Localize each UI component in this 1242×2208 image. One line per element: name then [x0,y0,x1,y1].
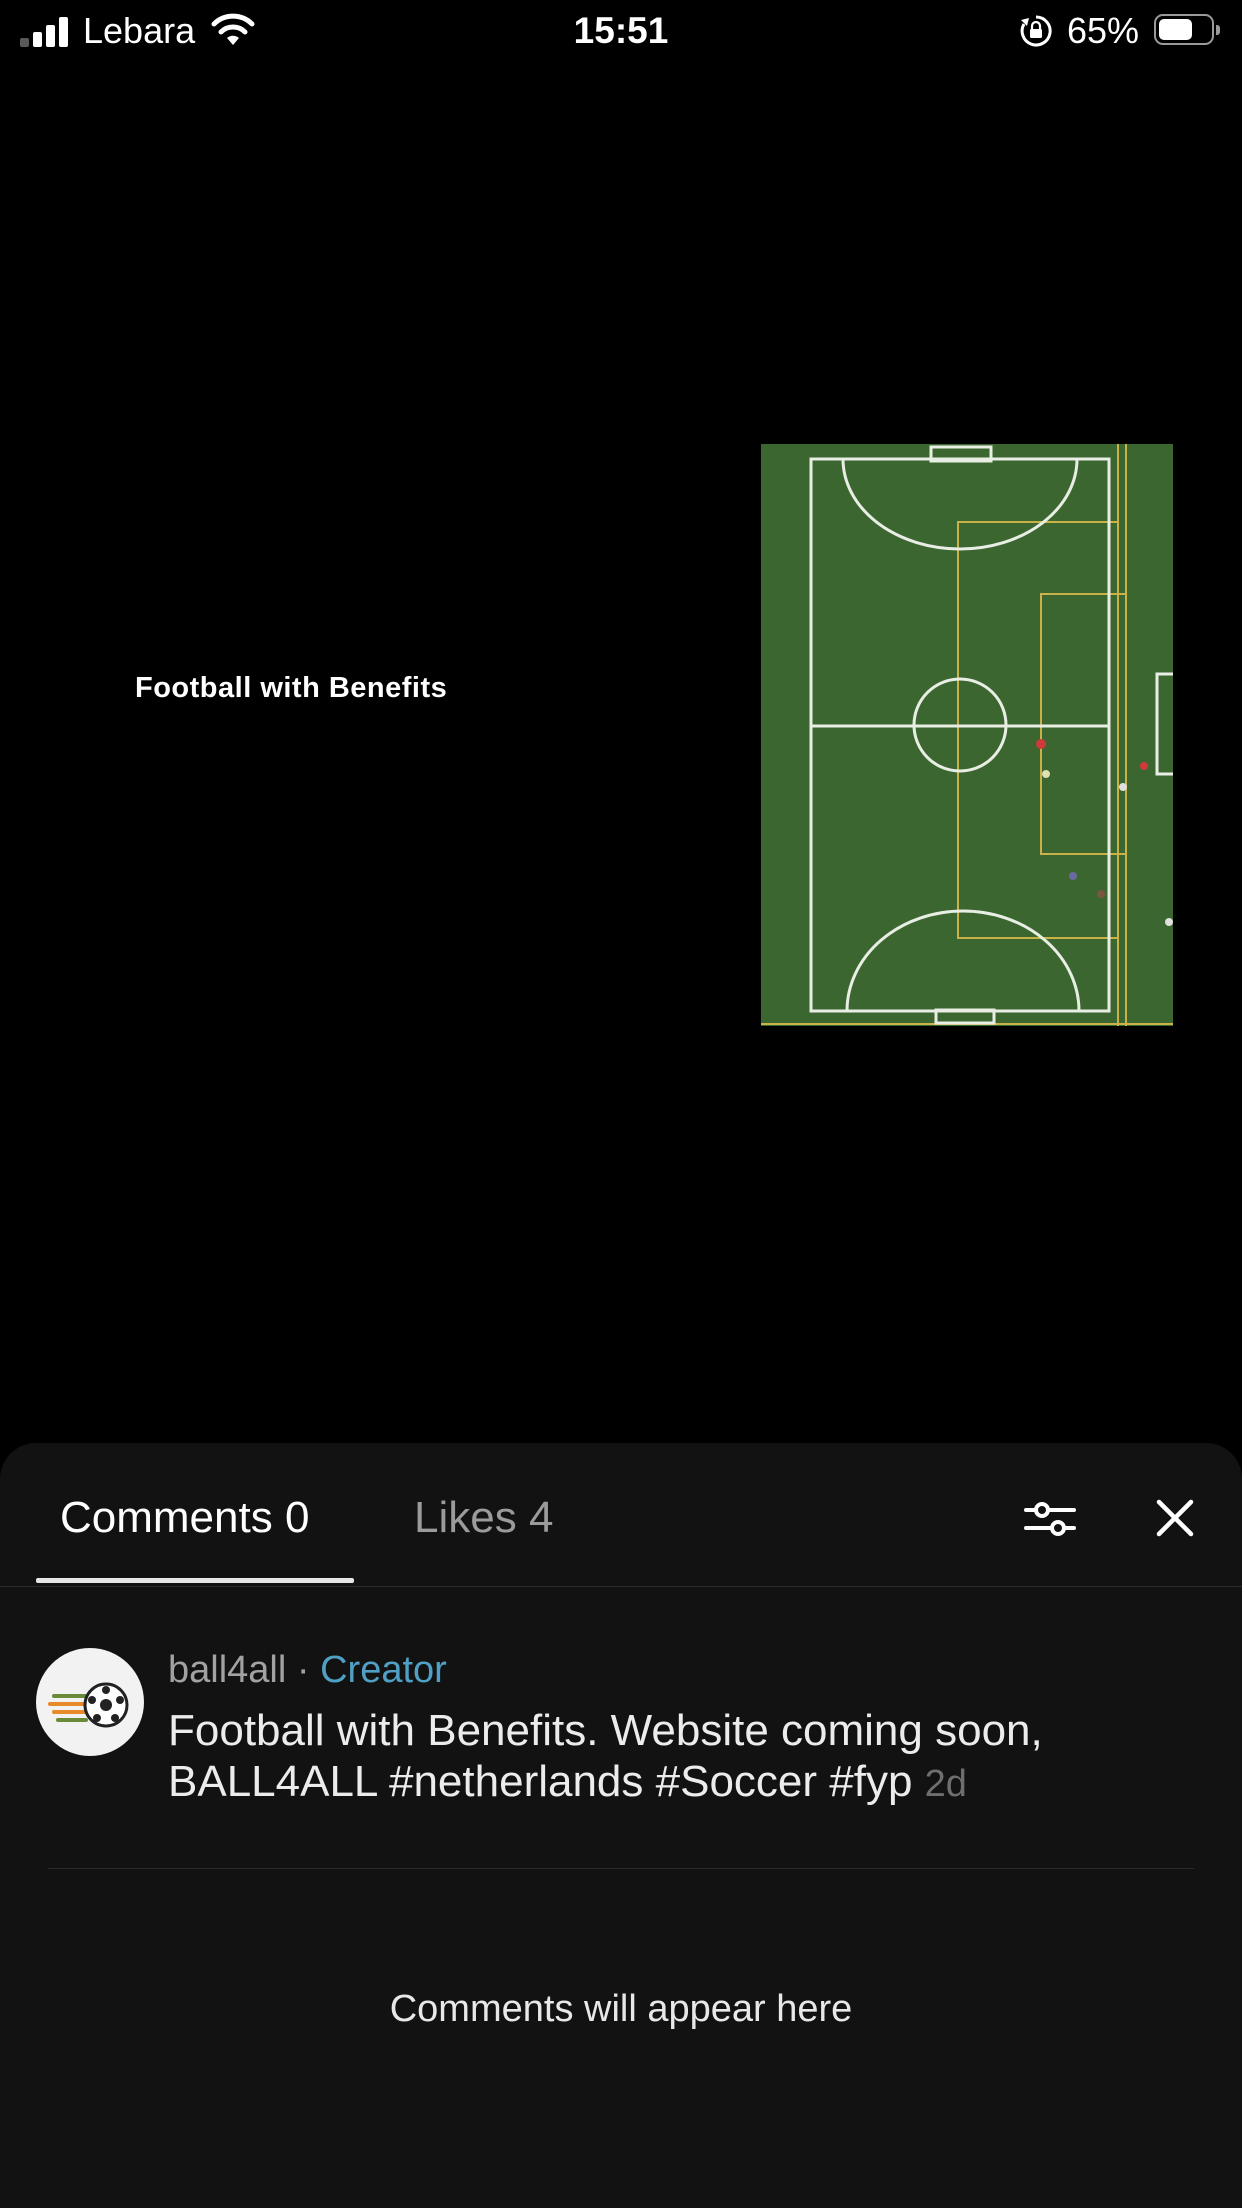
close-icon[interactable] [1145,1488,1205,1548]
video-overlay-text: Football with Benefits [135,672,448,704]
divider [48,1868,1194,1869]
ball4all-logo-icon [48,1682,129,1728]
tab-comments[interactable]: Comments 0 [60,1493,309,1543]
comment-text: Football with Benefits. Website coming s… [168,1705,1208,1810]
rotation-lock-icon [1020,15,1052,47]
status-bar: Lebara 15:51 65% [0,0,1242,62]
sliders-icon[interactable] [1020,1488,1080,1548]
creator-badge: Creator [320,1649,447,1691]
comment-body: Football with Benefits. Website coming s… [168,1706,1043,1806]
divider [0,1586,1242,1587]
tab-likes[interactable]: Likes 4 [414,1493,553,1543]
comment-author-line: ball4all · Creator [168,1649,447,1692]
football-pitch-image [761,444,1173,1026]
empty-comments-message: Comments will appear here [389,1988,853,2030]
comments-sheet: Comments 0 Likes 4 ball4all · Creator Fo… [0,1443,1242,2208]
separator: · [286,1649,321,1691]
avatar[interactable] [36,1648,144,1756]
active-tab-indicator [36,1578,354,1583]
comment-timestamp: 2d [924,1763,967,1805]
battery-percent: 65% [1067,10,1140,51]
comment-author[interactable]: ball4all [168,1649,286,1691]
clock: 15:51 [573,10,669,51]
battery-icon [1154,14,1220,45]
